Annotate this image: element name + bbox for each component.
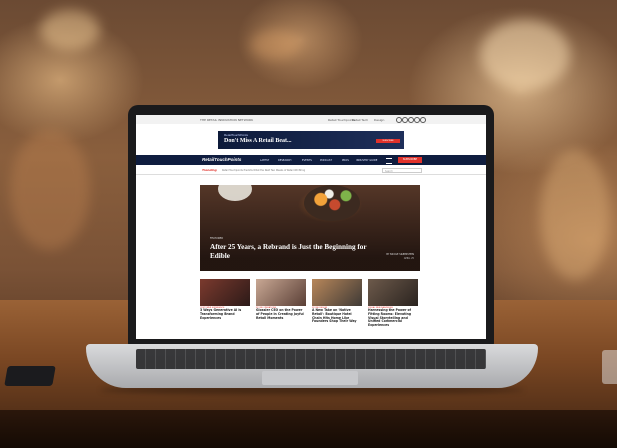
- main-nav: RetailTouchPoints LATEST RESEARCH EVENTS…: [136, 155, 486, 165]
- laptop-trackpad: [262, 371, 358, 385]
- hero-article[interactable]: FEATURED After 25 Years, a Rebrand is Ju…: [200, 185, 420, 271]
- nav-item-events[interactable]: EVENTS: [302, 159, 312, 162]
- nav-item-podcast[interactable]: PODCAST: [320, 159, 332, 162]
- nav-item-latest[interactable]: LATEST: [260, 159, 269, 162]
- bokeh-light: [10, 130, 90, 250]
- article-card[interactable]: STORE DESIGN A New Take on 'Native Retai…: [312, 279, 362, 324]
- laptop-keyboard: [136, 349, 486, 369]
- food-platter-image: [304, 185, 360, 221]
- card-title[interactable]: Harnessing the Power of Fitting Rooms: E…: [368, 308, 418, 328]
- bokeh-light: [40, 10, 100, 50]
- table-edge: [0, 410, 617, 448]
- hero-byline: BY NICOLE SILBERSTEIN: [386, 253, 414, 256]
- plate-image: [218, 185, 252, 201]
- ad-subscribe-button[interactable]: SUBSCRIBE: [376, 139, 400, 143]
- site-logo[interactable]: RetailTouchPoints: [202, 157, 241, 162]
- nav-subscribe-button[interactable]: SUBSCRIBE: [398, 157, 422, 163]
- top-link-c[interactable]: Design: [374, 118, 384, 122]
- article-card[interactable]: CUSTOMER EXPERIENCE 3 Ways Generative AI…: [200, 279, 250, 320]
- ad-brand: RetailTouchPoints: [224, 133, 249, 137]
- bokeh-light: [480, 20, 570, 90]
- hero-tag: FEATURED: [210, 237, 224, 240]
- article-card[interactable]: STORE OPERATIONS Glossier CEO on the Pow…: [256, 279, 306, 320]
- search-input[interactable]: Search: [382, 168, 422, 173]
- trending-label: Trending: [202, 168, 217, 172]
- hero-date: APRIL 25: [403, 257, 414, 260]
- photo-background: THE RETAIL INNOVATION NETWORK Retail Tou…: [0, 0, 617, 448]
- hero-title[interactable]: After 25 Years, a Rebrand is Just the Be…: [210, 243, 370, 260]
- nav-item-research[interactable]: RESEARCH: [278, 159, 291, 162]
- trending-bar: Trending Retail Touchpoints Predicts Wha…: [136, 167, 486, 175]
- bokeh-light: [250, 30, 300, 60]
- nav-item-industry-guide[interactable]: INDUSTRY GUIDE: [356, 159, 377, 162]
- hamburger-menu-icon[interactable]: [386, 158, 392, 164]
- bokeh-light: [540, 150, 610, 280]
- card-title[interactable]: 3 Ways Generative AI is Transforming Bra…: [200, 308, 250, 320]
- card-image: [256, 279, 306, 306]
- card-title[interactable]: Glossier CEO on the Power of People in C…: [256, 308, 306, 320]
- laptop-screen: THE RETAIL INNOVATION NETWORK Retail Tou…: [136, 115, 486, 339]
- nav-item-pros[interactable]: PROS: [342, 159, 349, 162]
- network-label: THE RETAIL INNOVATION NETWORK: [200, 118, 254, 122]
- youtube-icon[interactable]: [420, 117, 426, 123]
- article-card[interactable]: VISUAL MERCHANDISING Harnessing the Powe…: [368, 279, 418, 328]
- card-image: [200, 279, 250, 306]
- smartphone: [4, 366, 56, 386]
- trending-headline[interactable]: Retail Touchpoints Predicts What the Nex…: [222, 169, 305, 172]
- ad-banner[interactable]: RetailTouchPoints Don't Miss A Retail Be…: [218, 131, 404, 149]
- card-image: [312, 279, 362, 306]
- ad-headline: Don't Miss A Retail Beat...: [224, 138, 292, 144]
- glass-cup: [602, 350, 617, 384]
- top-link-b[interactable]: Retail Tech: [352, 118, 368, 122]
- card-title[interactable]: A New Take on 'Native Retail': Boutique …: [312, 308, 362, 324]
- card-image: [368, 279, 418, 306]
- top-strip: THE RETAIL INNOVATION NETWORK Retail Tou…: [136, 115, 486, 124]
